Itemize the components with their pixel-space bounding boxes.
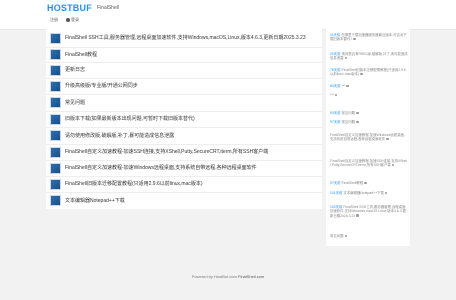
reply-item[interactable]: 78天前 FinalShell旧版本迁移配置教程(只适用2.9.6以前linux… [330, 68, 408, 77]
reply-dot-icon [344, 234, 348, 237]
list-item[interactable]: 常见问题 [46, 94, 322, 112]
topic-title[interactable]: FinalShell自定义加速教程-加速SSH连接,支持XShell,Putty… [65, 149, 317, 155]
reply-dot-icon [356, 120, 359, 123]
list-item[interactable]: 更新日志 [46, 62, 322, 79]
reply-text: FinalShell自定义加速教程-加速SSH连接,支持XShell,Putty… [330, 159, 408, 168]
reply-time: 93天前 [330, 111, 341, 115]
reply-text: FinalShell教程 [341, 181, 364, 185]
list-item[interactable]: 升级高级版/专业版/开通公网同步 [46, 78, 322, 95]
topic-thumbnail-icon [50, 49, 61, 60]
footer-powered-by: Powered by HostBuf.com [191, 274, 237, 279]
footer-link[interactable]: FinalShell.com [238, 274, 264, 279]
reply-item[interactable]: 102天前 FinalShell SSH工具,服务器管理,远程桌面加速软件,支持… [330, 205, 408, 218]
reply-time: 83天前 [330, 84, 341, 88]
list-item[interactable]: FinalShell SSH工具,服务器管理,远程桌面加速软件,支持Window… [46, 29, 322, 48]
topic-thumbnail-icon [50, 113, 61, 125]
reply-text: *** [341, 84, 346, 88]
topic-title[interactable]: 请勿使用修改版,破解版,补丁,暴可能造成信息泄露 [65, 133, 317, 139]
list-item[interactable]: 文本编辑器Notepad++下载 [46, 192, 322, 209]
reply-text: 常见问题 [330, 234, 344, 238]
reply-dot-icon [360, 72, 363, 76]
topic-thumbnail-icon [50, 97, 61, 108]
topic-title[interactable]: 文本编辑器Notepad++下载 [65, 198, 317, 204]
reply-dot-icon [364, 181, 367, 184]
topic-thumbnail-icon [50, 195, 61, 206]
reply-text: FinalShell旧版本迁移配置教程(只适用2.9.6以前linux,mac版… [330, 68, 406, 77]
login-link[interactable]: 注册 [50, 17, 58, 23]
reply-text: 请问是否有RHEL版,破解版,补丁,请可能造成信息泄露 [330, 52, 408, 61]
topic-thumbnail-icon [50, 146, 61, 158]
reply-item[interactable]: 97天前 常见问题 [330, 120, 408, 124]
topic-title[interactable]: 常见问题 [65, 100, 317, 106]
reply-time: 97天前 [330, 120, 341, 124]
top-bar: HOSTBUF FinalShell 注册 登录 [0, 0, 456, 30]
footer: Powered by HostBuf.com FinalShell.com [0, 274, 456, 279]
topic-thumbnail-icon [50, 32, 61, 44]
reply-item[interactable]: 11天前 在哪里下载加速器服务器最近版本,可否对下载旧版本替代? [330, 33, 408, 42]
register-label: 登录 [71, 17, 79, 22]
reply-item[interactable]: FinalShell自定义加速教程-加速Windows远程桌面,支持系统自带远程… [330, 133, 408, 142]
topic-thumbnail-icon [50, 64, 61, 76]
list-item[interactable]: FinalShell自定义加速教程-加速SSH连接,支持XShell,Putty… [46, 144, 322, 161]
register-link[interactable]: 登录 [66, 17, 79, 23]
reply-text: FinalShell SSH工具,服务器管理,远程桌面加速软件,支持Window… [330, 205, 406, 218]
topic-title[interactable]: FinalShell旧版本迁移配置教程(只适用2.9.6以前linux,mac版… [65, 181, 317, 187]
reply-dot-icon [384, 191, 388, 194]
reply-dot-icon [344, 56, 348, 60]
topic-title[interactable]: FinalShell教程 [65, 52, 317, 58]
reply-dot-icon [346, 84, 349, 87]
list-item[interactable]: FinalShell旧版本迁移配置教程(只适用2.9.6以前linux,mac版… [46, 176, 322, 193]
topic-thumbnail-icon [50, 162, 61, 174]
reply-item[interactable]: FinalShell自定义加速教程-加速SSH连接,支持XShell,Putty… [330, 159, 408, 168]
reply-item[interactable]: 常见问题 [330, 234, 408, 238]
topic-thumbnail-icon [50, 130, 61, 141]
reply-dot-icon [356, 214, 359, 217]
reply-text: *** [330, 93, 334, 97]
topic-thumbnail-icon [50, 178, 61, 190]
site-logo[interactable]: HOSTBUF [47, 3, 92, 13]
reply-dot-icon [391, 163, 395, 167]
reply-item[interactable]: 93天前 常见问题 [330, 111, 408, 115]
list-item[interactable]: 旧版本下载(如果最新版本出现问题,可暂时下载旧版本替代) [46, 111, 322, 128]
reply-dot-icon [356, 111, 359, 114]
reply-text: 在哪里下载加速器服务器最近版本,可否对下载旧版本替代? [330, 33, 407, 42]
topic-list: FinalShell SSH工具,服务器管理,远程桌面加速软件,支持Window… [46, 29, 322, 209]
nav-link-finalshell[interactable]: FinalShell [97, 5, 119, 11]
reply-dot-icon [353, 37, 356, 41]
reply-item[interactable]: 20天前 请问是否有RHEL版,破解版,补丁,请可能造成信息泄露 [330, 52, 408, 61]
reply-item[interactable]: *** [330, 93, 408, 97]
reply-item[interactable]: 83天前 *** [330, 84, 408, 88]
recent-replies-panel: 11天前 在哪里下载加速器服务器最近版本,可否对下载旧版本替代? 20天前 请问… [326, 29, 410, 246]
reply-dot-icon [386, 137, 389, 141]
reply-item[interactable]: 101天前 文本编辑器Notepad++下载 [330, 191, 408, 195]
reply-text: 常见问题 [341, 120, 356, 124]
reply-text: 文本编辑器Notepad++下载 [343, 191, 384, 195]
topic-title[interactable]: 更新日志 [65, 67, 317, 73]
reply-time: 97天前 [330, 181, 341, 185]
list-item[interactable]: FinalShell教程 [46, 47, 322, 63]
topic-title[interactable]: 旧版本下载(如果最新版本出现问题,可暂时下载旧版本替代) [65, 116, 317, 122]
reply-item[interactable]: 97天前 FinalShell教程 [330, 181, 408, 185]
login-label: 注册 [50, 17, 58, 22]
reply-text: FinalShell自定义加速教程-加速Windows远程桌面,支持系统自带远程… [330, 133, 405, 142]
list-item[interactable]: FinalShell自定义加速教程-加速Windows远程桌面,支持系统自带远程… [46, 160, 322, 177]
reply-text: 常见问题 [341, 111, 356, 115]
reply-time: 101天前 [330, 191, 343, 195]
topic-title[interactable]: FinalShell SSH工具,服务器管理,远程桌面加速软件,支持Window… [65, 35, 317, 41]
list-item[interactable]: 请勿使用修改版,破解版,补丁,暴可能造成信息泄露 [46, 127, 322, 145]
topic-title[interactable]: 升级高级版/专业版/开通公网同步 [65, 83, 317, 89]
topic-title[interactable]: FinalShell自定义加速教程-加速Windows远程桌面,支持系统自带远程… [65, 165, 317, 171]
user-icon [66, 18, 70, 22]
topic-thumbnail-icon [50, 80, 61, 92]
reply-dot-icon [334, 93, 338, 96]
